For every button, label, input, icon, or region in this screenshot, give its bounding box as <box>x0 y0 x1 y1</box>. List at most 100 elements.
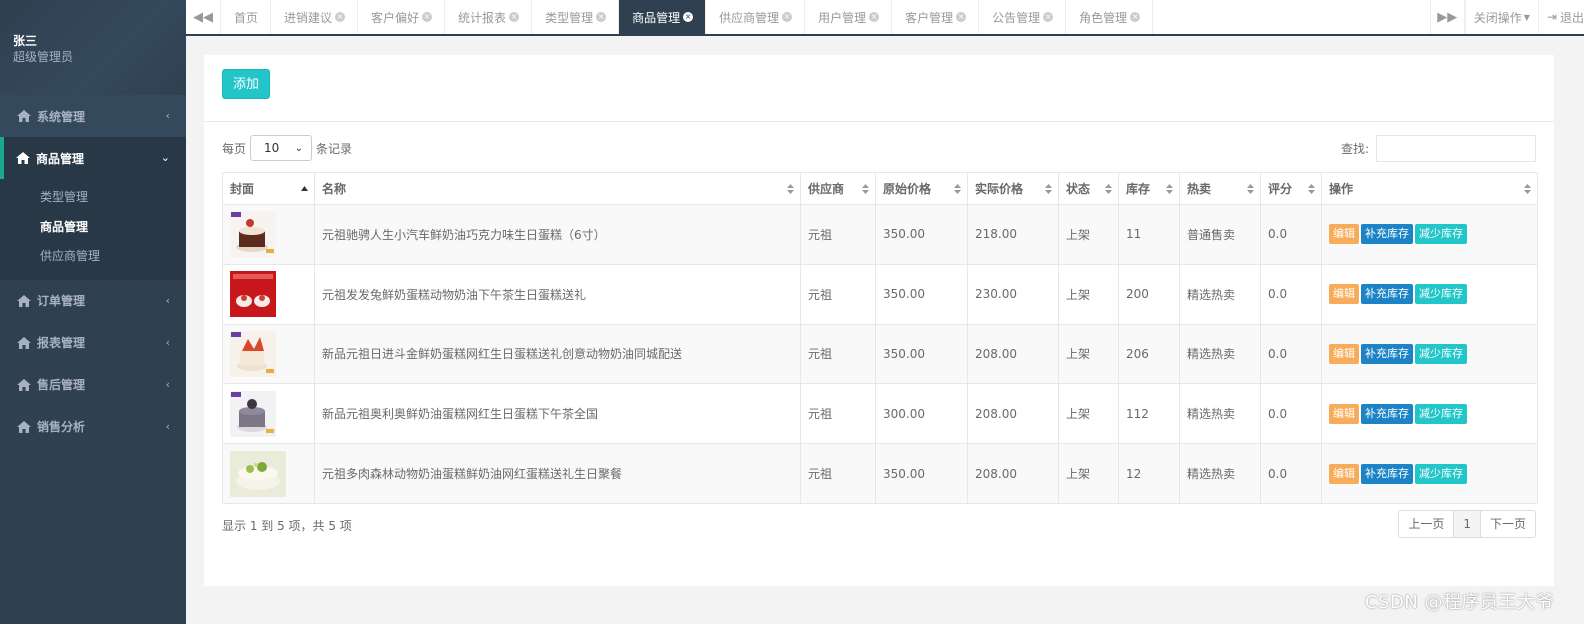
reduce-stock-button[interactable]: 减少库存 <box>1415 463 1467 484</box>
tab-type-management[interactable]: 类型管理 × <box>532 0 620 34</box>
close-icon[interactable]: × <box>335 12 346 22</box>
page-size-select[interactable]: 10 ⌄ <box>250 135 313 161</box>
close-icon[interactable]: × <box>782 12 793 22</box>
tab-statistics[interactable]: 统计报表 × <box>445 0 533 34</box>
actual-price: 208.00 <box>967 383 1059 445</box>
product-cover-image[interactable] <box>230 330 276 377</box>
close-icon[interactable]: × <box>956 12 967 22</box>
supplier: 元祖 <box>800 263 876 325</box>
column-header-status[interactable]: 状态 <box>1058 172 1119 205</box>
product-cover-image[interactable] <box>230 450 286 497</box>
sort-icon <box>954 184 961 194</box>
search-control: 查找: <box>1341 135 1536 162</box>
product-cover-image[interactable] <box>230 271 276 318</box>
column-header-rating[interactable]: 评分 <box>1260 172 1322 205</box>
tab-notice-management[interactable]: 公告管理 × <box>979 0 1067 34</box>
edit-button[interactable]: 编辑 <box>1329 403 1359 424</box>
tab-customer-management[interactable]: 客户管理 × <box>892 0 980 34</box>
watermark: CSDN @程序员王大爷 <box>1364 592 1554 613</box>
sidebar-subitem-type[interactable]: 类型管理 <box>0 183 186 213</box>
column-header-actions[interactable]: 操作 <box>1321 172 1538 205</box>
tab-user-management[interactable]: 用户管理 × <box>805 0 893 34</box>
status: 上架 <box>1058 204 1119 265</box>
tab-scroll-left-button[interactable]: ◀◀ <box>186 0 221 34</box>
chevron-left-icon: ‹ <box>165 109 170 122</box>
per-page-prefix: 每页 <box>222 141 247 156</box>
product-cover-image[interactable] <box>230 390 276 437</box>
edit-button[interactable]: 编辑 <box>1329 343 1359 364</box>
column-header-stock[interactable]: 库存 <box>1118 172 1180 205</box>
close-icon[interactable]: × <box>1043 12 1054 22</box>
column-header-hot[interactable]: 热卖 <box>1179 172 1261 205</box>
table-row: 元祖发发兔鲜奶蛋糕动物奶油下午茶生日蛋糕送礼 元祖 350.00 230.00 … <box>222 263 1538 325</box>
tab-product-management[interactable]: 商品管理 × <box>619 0 707 34</box>
stock: 112 <box>1118 383 1180 445</box>
tab-role-management[interactable]: 角色管理 × <box>1066 0 1154 34</box>
sidebar-item-products[interactable]: 商品管理 ⌄ <box>0 137 186 179</box>
products-table: 封面 名称 供应商 原始价格 实际价格 状态 库存 热卖 评分 操作 元祖驰骋人… <box>222 172 1538 504</box>
tab-label: 客户管理 <box>905 10 954 25</box>
reduce-stock-button[interactable]: 减少库存 <box>1415 403 1467 424</box>
edit-button[interactable]: 编辑 <box>1329 463 1359 484</box>
close-icon[interactable]: × <box>683 12 694 22</box>
add-stock-button[interactable]: 补充库存 <box>1361 224 1413 245</box>
reduce-stock-button[interactable]: 减少库存 <box>1415 343 1467 364</box>
add-stock-button[interactable]: 补充库存 <box>1361 403 1413 424</box>
column-header-actual-price[interactable]: 实际价格 <box>967 172 1059 205</box>
product-cover-image[interactable] <box>230 211 276 258</box>
close-icon[interactable]: × <box>509 12 520 22</box>
products-submenu: 类型管理 商品管理 供应商管理 <box>0 179 186 280</box>
add-button[interactable]: 添加 <box>222 69 270 99</box>
close-icon[interactable]: × <box>1130 12 1141 22</box>
sidebar-item-label: 报表管理 <box>37 336 86 350</box>
tab-customer-preference[interactable]: 客户偏好 × <box>358 0 446 34</box>
search-input[interactable] <box>1376 135 1536 162</box>
rating: 0.0 <box>1260 263 1322 325</box>
reduce-stock-button[interactable]: 减少库存 <box>1415 224 1467 245</box>
sidebar-item-orders[interactable]: 订单管理 ‹ <box>0 280 186 322</box>
close-icon[interactable]: × <box>596 12 607 22</box>
sidebar-item-system[interactable]: 系统管理 ‹ <box>0 95 186 137</box>
actual-price: 208.00 <box>967 323 1059 385</box>
actual-price: 218.00 <box>967 204 1059 265</box>
tab-spacer <box>1153 0 1430 34</box>
tab-home[interactable]: 首页 <box>221 0 272 34</box>
sidebar-item-aftersales[interactable]: 售后管理 ‹ <box>0 364 186 406</box>
next-page-button[interactable]: 下一页 <box>1480 511 1535 537</box>
home-icon <box>17 294 31 307</box>
edit-button[interactable]: 编辑 <box>1329 284 1359 305</box>
prev-page-button[interactable]: 上一页 <box>1399 511 1455 537</box>
edit-button[interactable]: 编辑 <box>1329 224 1359 245</box>
add-stock-button[interactable]: 补充库存 <box>1361 343 1413 364</box>
column-header-original-price[interactable]: 原始价格 <box>875 172 968 205</box>
sidebar-item-sales-analysis[interactable]: 销售分析 ‹ <box>0 406 186 448</box>
close-icon[interactable]: × <box>422 12 433 22</box>
column-header-cover[interactable]: 封面 <box>222 172 315 205</box>
sidebar-subitem-product[interactable]: 商品管理 <box>0 213 186 243</box>
column-header-name[interactable]: 名称 <box>314 172 801 205</box>
tab-purchase-advice[interactable]: 进销建议 × <box>271 0 359 34</box>
user-profile: 张三 超级管理员 <box>0 0 186 95</box>
add-stock-button[interactable]: 补充库存 <box>1361 284 1413 305</box>
reduce-stock-button[interactable]: 减少库存 <box>1415 284 1467 305</box>
chevron-down-icon: ⌄ <box>294 142 304 154</box>
chevron-left-icon: ‹ <box>165 377 170 391</box>
logout-button[interactable]: ⇥ 退出 <box>1537 0 1584 34</box>
close-icon[interactable]: × <box>869 12 880 22</box>
tab-scroll-right-button[interactable]: ▶▶ <box>1429 0 1465 34</box>
column-header-supplier[interactable]: 供应商 <box>800 172 876 205</box>
sidebar-item-reports[interactable]: 报表管理 ‹ <box>0 322 186 364</box>
add-stock-button[interactable]: 补充库存 <box>1361 463 1413 484</box>
user-name[interactable]: 张三 <box>13 33 186 49</box>
home-icon <box>17 420 31 433</box>
actual-price: 208.00 <box>967 443 1059 504</box>
sort-asc-icon <box>301 186 308 191</box>
tab-label: 用户管理 <box>818 10 867 25</box>
page-number-button[interactable]: 1 <box>1454 511 1481 537</box>
tab-label: 统计报表 <box>458 10 507 25</box>
product-name: 新品元祖日进斗金鲜奶蛋糕网红生日蛋糕送礼创意动物奶油同城配送 <box>314 323 801 385</box>
sidebar-subitem-supplier[interactable]: 供应商管理 <box>0 242 186 272</box>
tab-label: 进销建议 <box>284 10 333 25</box>
close-operations-dropdown[interactable]: 关闭操作 ▼ <box>1464 0 1538 34</box>
tab-supplier-management[interactable]: 供应商管理 × <box>706 0 806 34</box>
